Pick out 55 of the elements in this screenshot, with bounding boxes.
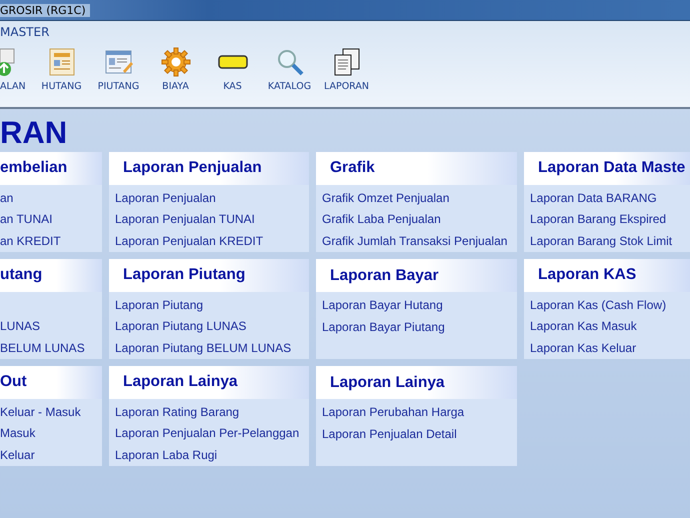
report-link[interactable]: Laporan Kas Keluar [530, 338, 690, 359]
report-link[interactable]: Laporan Data BARANG [530, 188, 690, 209]
toolbar-button[interactable]: ALAN [0, 47, 33, 92]
toolbar-button[interactable]: HUTANG [33, 47, 90, 92]
toolbar-button[interactable]: KAS [204, 47, 261, 92]
menu-item[interactable]: MASTER [0, 21, 690, 43]
report-link[interactable]: Laporan Kas (Cash Flow) [530, 294, 690, 316]
card-title: Laporan Bayar [330, 266, 439, 284]
card-title: Grafik [330, 159, 375, 178]
report-link[interactable]: Laporan Laba Rugi [115, 444, 309, 466]
report-link[interactable]: Laporan Bayar Hutang [322, 295, 517, 316]
report-link[interactable]: Laporan Penjualan Detail [322, 424, 517, 445]
report-link[interactable]: Laporan Barang Ekspired [530, 209, 690, 230]
gear-icon [160, 47, 190, 77]
card-title: Laporan Piutang [123, 266, 246, 284]
card-title: utang [0, 266, 42, 284]
report-link[interactable]: an KREDIT [0, 230, 102, 252]
report-link[interactable]: an [0, 188, 102, 209]
report-link[interactable]: Laporan Rating Barang [115, 402, 309, 423]
card-title: Laporan Data Maste [538, 159, 686, 178]
upload-icon [0, 47, 16, 77]
toolbar-button[interactable]: LAPORAN [318, 47, 375, 92]
card-title: Laporan KAS [538, 266, 636, 284]
report-link[interactable]: Keluar [0, 444, 102, 466]
report-link[interactable]: an TUNAI [0, 209, 102, 230]
report-link[interactable]: Laporan Piutang [115, 294, 309, 316]
report-link[interactable]: Laporan Barang Stok Limit [530, 230, 690, 252]
toolbar-button[interactable]: BIAYA [147, 47, 204, 92]
report-link[interactable]: Laporan Penjualan KREDIT [115, 230, 309, 252]
report-link[interactable]: Laporan Piutang LUNAS [115, 316, 309, 338]
report-link[interactable]: Keluar - Masuk [0, 402, 102, 423]
report-link[interactable]: Laporan Penjualan TUNAI [115, 209, 309, 230]
report-link[interactable]: Masuk [0, 423, 102, 444]
report-link[interactable]: Laporan Kas Masuk [530, 316, 690, 338]
toolbar-button[interactable]: PIUTANG [90, 47, 147, 92]
report-link[interactable]: Grafik Laba Penjualan [322, 209, 517, 230]
card-title: Laporan Lainya [330, 374, 445, 392]
card-title: Out [0, 373, 27, 392]
page-title: RAN [0, 117, 68, 149]
report-link[interactable]: BELUM LUNAS [0, 338, 102, 359]
report-link[interactable]: LUNAS [0, 316, 102, 338]
report-link[interactable]: Grafik Jumlah Transaksi Penjualan [322, 230, 517, 252]
report-link[interactable]: Laporan Penjualan [115, 188, 309, 209]
report-link[interactable]: Grafik Omzet Penjualan [322, 188, 517, 209]
window-title: GROSIR (RG1C) [0, 4, 90, 16]
toolbar-button[interactable]: KATALOG [261, 47, 318, 92]
card-title: Laporan Penjualan [123, 159, 262, 178]
card-title: Laporan Lainya [123, 373, 238, 392]
report-link[interactable]: Laporan Piutang BELUM LUNAS [115, 338, 309, 359]
report-link[interactable]: Laporan Penjualan Per-Pelanggan [115, 423, 309, 444]
card-title: embelian [0, 159, 68, 178]
documents-icon [332, 47, 362, 77]
document-icon [46, 47, 76, 77]
report-link[interactable]: Laporan Bayar Piutang [322, 316, 517, 338]
report-link[interactable]: Laporan Perubahan Harga [322, 402, 517, 424]
